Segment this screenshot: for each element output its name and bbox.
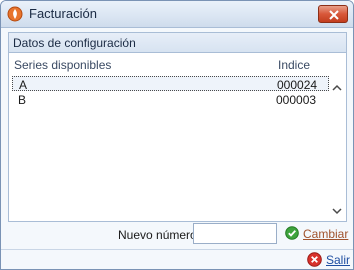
- cell-series: B: [18, 93, 27, 107]
- salir-label[interactable]: Salir: [326, 253, 350, 267]
- flame-icon: [7, 6, 23, 22]
- nuevo-numero-input[interactable]: [193, 223, 277, 244]
- cell-series: A: [19, 78, 28, 92]
- check-circle-icon: [285, 226, 299, 240]
- group-header: Datos de configuración: [9, 33, 346, 53]
- column-header-series[interactable]: Series disponibles: [14, 58, 111, 72]
- cell-indice: 000003: [276, 93, 317, 107]
- footer-divider: [1, 249, 353, 250]
- window-title: Facturación: [29, 6, 97, 21]
- close-icon: [329, 10, 339, 20]
- cambiar-label[interactable]: Cambiar: [303, 227, 348, 241]
- facturacion-window: Facturación Datos de configuración Serie…: [0, 0, 354, 270]
- column-header-indice[interactable]: Indice: [278, 58, 310, 72]
- list-row-a[interactable]: A 000024: [12, 76, 329, 92]
- list-row-b[interactable]: B 000003: [12, 92, 329, 107]
- scroll-down-icon[interactable]: [331, 205, 343, 215]
- group-title: Datos de configuración: [13, 36, 136, 50]
- title-bar: Facturación: [1, 1, 353, 28]
- series-list[interactable]: Series disponibles Indice A 000024 B 000…: [10, 54, 345, 221]
- close-button[interactable]: [318, 5, 348, 23]
- red-x-circle-icon: [307, 252, 322, 267]
- cell-indice: 000024: [277, 78, 318, 92]
- scroll-up-icon[interactable]: [331, 82, 343, 92]
- nuevo-numero-label: Nuevo número: [118, 228, 197, 242]
- config-group: Datos de configuración Series disponible…: [8, 32, 347, 222]
